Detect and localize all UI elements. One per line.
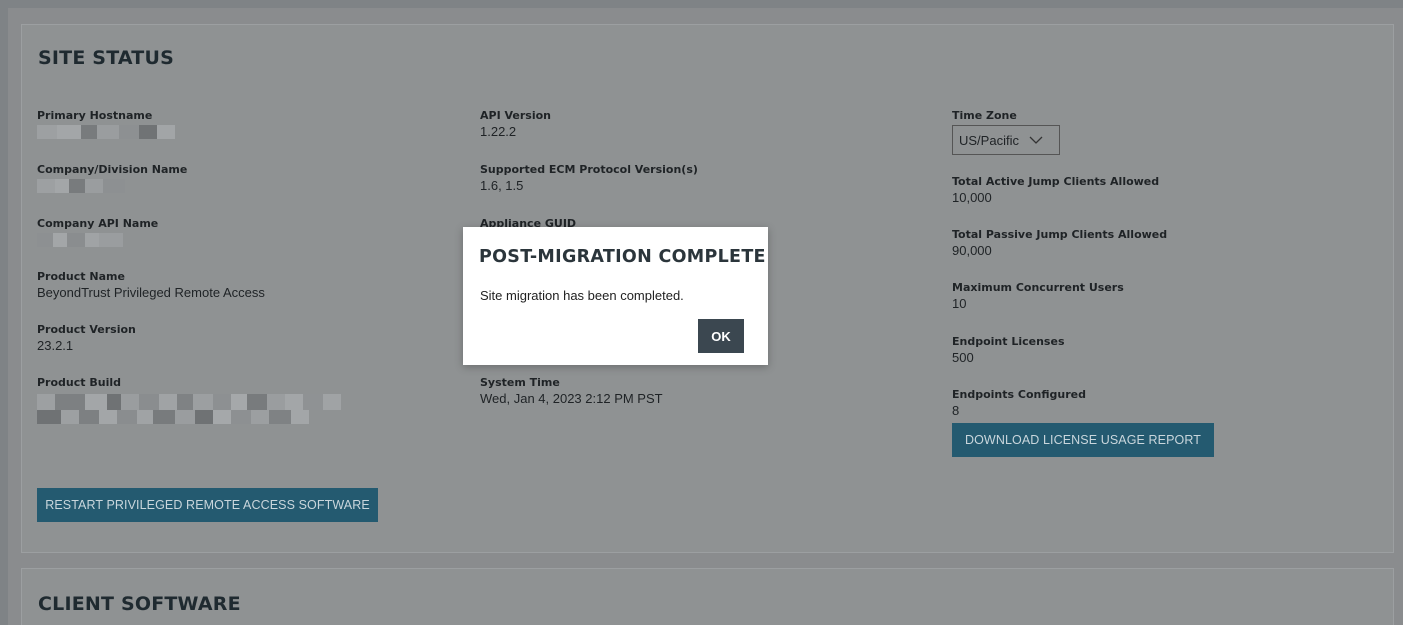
endpoint-licenses-field: Endpoint Licenses 500 — [952, 335, 1065, 367]
ecm-protocol-label: Supported ECM Protocol Version(s) — [480, 163, 698, 176]
api-version-value: 1.22.2 — [480, 124, 517, 139]
system-time-label: System Time — [480, 376, 560, 389]
time-zone-value: US/Pacific — [959, 132, 1019, 148]
time-zone-label: Time Zone — [952, 109, 1017, 122]
max-users-label: Maximum Concurrent Users — [952, 281, 1124, 294]
endpoint-licenses-label: Endpoint Licenses — [952, 335, 1065, 348]
company-division-redacted — [37, 179, 187, 193]
time-zone-field: Time Zone US/Pacific — [952, 109, 1060, 155]
time-zone-select[interactable]: US/Pacific — [952, 125, 1060, 155]
api-version-field: API Version 1.22.2 — [480, 109, 551, 141]
company-api-redacted — [37, 233, 158, 247]
max-users-field: Maximum Concurrent Users 10 — [952, 281, 1124, 313]
modal-title: POST-MIGRATION COMPLETE — [479, 247, 766, 267]
active-jump-field: Total Active Jump Clients Allowed 10,000 — [952, 175, 1159, 207]
company-api-field: Company API Name — [37, 217, 158, 247]
product-name-label: Product Name — [37, 270, 125, 283]
ok-button[interactable]: OK — [698, 319, 744, 353]
primary-hostname-field: Primary Hostname — [37, 109, 175, 139]
site-status-title: SITE STATUS — [38, 47, 174, 69]
client-software-panel: CLIENT SOFTWARE — [21, 568, 1394, 625]
endpoints-configured-value: 8 — [952, 403, 960, 418]
max-users-value: 10 — [952, 296, 967, 311]
company-division-field: Company/Division Name — [37, 163, 187, 193]
primary-hostname-redacted — [37, 125, 175, 139]
product-version-label: Product Version — [37, 323, 136, 336]
product-version-value: 23.2.1 — [37, 338, 74, 353]
api-version-label: API Version — [480, 109, 552, 122]
active-jump-label: Total Active Jump Clients Allowed — [952, 175, 1160, 188]
product-version-field: Product Version 23.2.1 — [37, 323, 136, 355]
download-license-report-button[interactable]: DOWNLOAD LICENSE USAGE REPORT — [952, 423, 1214, 457]
product-build-redacted — [37, 394, 341, 424]
ecm-protocol-value: 1.6, 1.5 — [480, 178, 524, 193]
ecm-protocol-field: Supported ECM Protocol Version(s) 1.6, 1… — [480, 163, 698, 195]
post-migration-modal: POST-MIGRATION COMPLETE Site migration h… — [463, 227, 768, 365]
endpoints-configured-field: Endpoints Configured 8 — [952, 388, 1086, 420]
company-api-label: Company API Name — [37, 217, 159, 230]
client-software-title: CLIENT SOFTWARE — [38, 593, 241, 615]
company-division-label: Company/Division Name — [37, 163, 188, 176]
restart-software-button[interactable]: RESTART PRIVILEGED REMOTE ACCESS SOFTWAR… — [37, 488, 378, 522]
endpoints-configured-label: Endpoints Configured — [952, 388, 1086, 401]
passive-jump-label: Total Passive Jump Clients Allowed — [952, 228, 1168, 241]
system-time-value: Wed, Jan 4, 2023 2:12 PM PST — [480, 391, 663, 406]
active-jump-value: 10,000 — [952, 190, 992, 205]
passive-jump-value: 90,000 — [952, 243, 992, 258]
product-name-field: Product Name BeyondTrust Privileged Remo… — [37, 270, 265, 302]
chevron-down-icon — [1029, 136, 1043, 144]
passive-jump-field: Total Passive Jump Clients Allowed 90,00… — [952, 228, 1167, 260]
modal-message: Site migration has been completed. — [480, 288, 684, 303]
endpoint-licenses-value: 500 — [952, 350, 974, 365]
primary-hostname-label: Primary Hostname — [37, 109, 153, 122]
product-build-field: Product Build — [37, 376, 341, 424]
system-time-field: System Time Wed, Jan 4, 2023 2:12 PM PST — [480, 376, 663, 408]
product-build-label: Product Build — [37, 376, 121, 389]
product-name-value: BeyondTrust Privileged Remote Access — [37, 285, 265, 300]
